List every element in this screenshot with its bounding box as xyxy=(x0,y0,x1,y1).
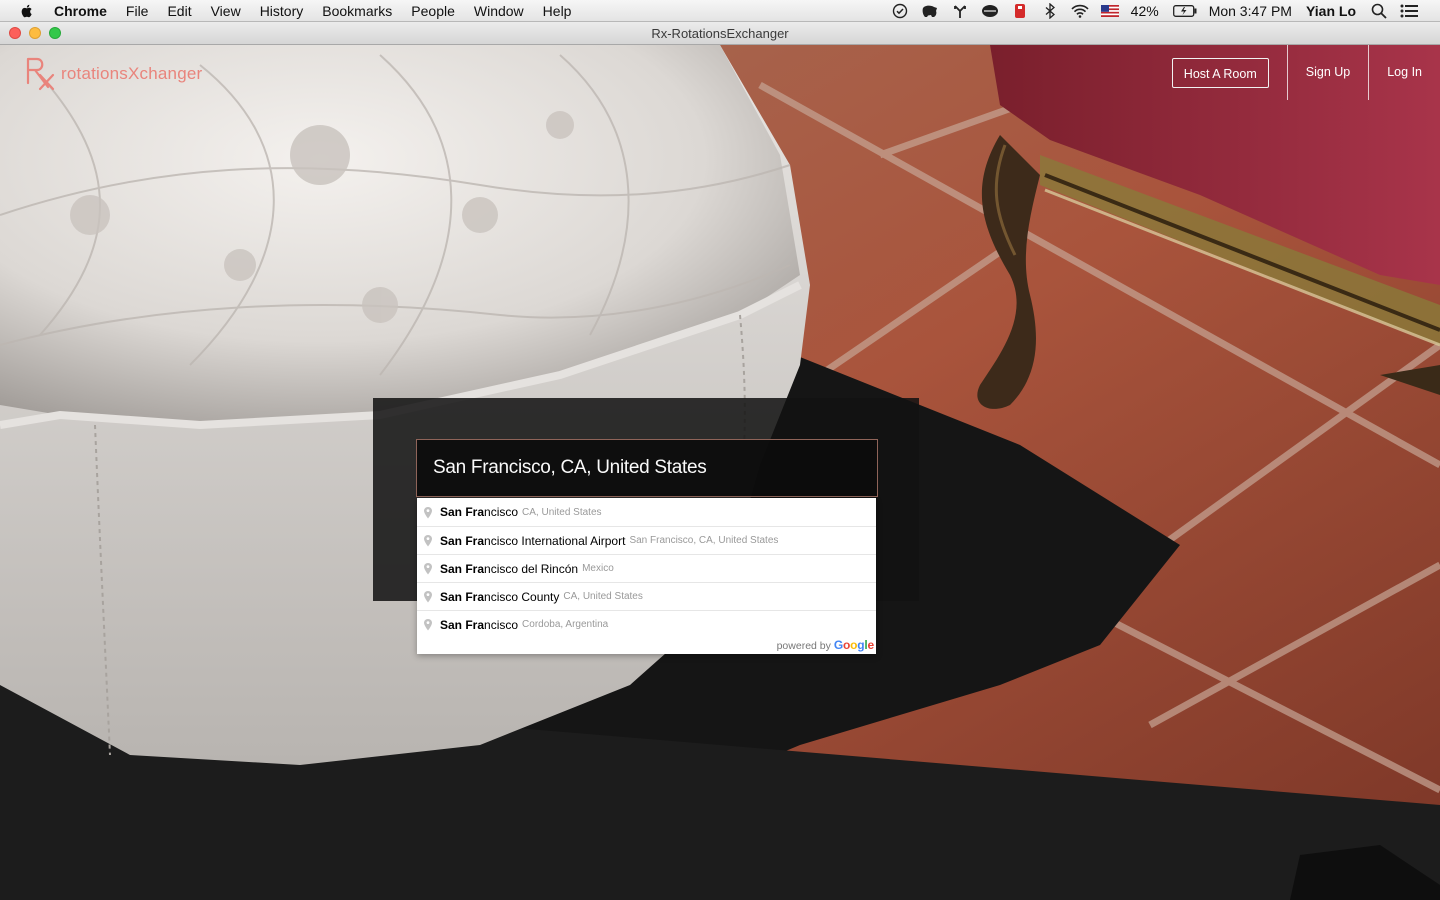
powered-by-google: powered by Google xyxy=(417,638,876,654)
autocomplete-item-main: San Francisco xyxy=(440,617,519,632)
powered-by-label: powered by xyxy=(776,640,831,652)
top-nav: Host A Room Sign Up Log In xyxy=(1171,45,1440,100)
clock[interactable]: Mon 3:47 PM xyxy=(1209,3,1292,19)
menu-people[interactable]: People xyxy=(411,0,455,22)
menu-bookmarks[interactable]: Bookmarks xyxy=(322,0,392,22)
spotlight-search-icon[interactable] xyxy=(1370,3,1388,19)
autocomplete-item-main: San Francisco xyxy=(440,505,519,519)
battery-charging-icon[interactable] xyxy=(1172,3,1197,19)
page-viewport: rotationsXchanger Host A Room Sign Up Lo… xyxy=(0,45,1440,900)
menu-chrome[interactable]: Chrome xyxy=(54,0,107,22)
evernote-elephant-icon[interactable] xyxy=(921,3,939,19)
autocomplete-item-secondary: CA, United States xyxy=(563,591,643,602)
host-a-room-button[interactable]: Host A Room xyxy=(1171,57,1269,88)
menu-edit[interactable]: Edit xyxy=(167,0,191,22)
cloud-app-icon[interactable] xyxy=(981,3,999,19)
map-pin-icon xyxy=(424,619,432,631)
battery-percent: 42% xyxy=(1130,3,1159,19)
autocomplete-item[interactable]: San Francisco del Rincón Mexico xyxy=(417,554,876,582)
autocomplete-item[interactable]: San Francisco Cordoba, Argentina xyxy=(417,610,876,638)
wifi-icon[interactable] xyxy=(1071,3,1089,19)
apple-logo-icon[interactable] xyxy=(19,3,35,19)
us-flag-icon[interactable] xyxy=(1100,3,1119,19)
autocomplete-item-main: San Francisco del Rincón xyxy=(440,561,579,576)
menu-file[interactable]: File xyxy=(126,0,149,22)
location-search-input[interactable] xyxy=(416,439,878,497)
user-name[interactable]: Yian Lo xyxy=(1306,3,1356,19)
menu-window[interactable]: Window xyxy=(474,0,524,22)
sign-up-link[interactable]: Sign Up xyxy=(1288,45,1368,100)
autocomplete-item[interactable]: San Francisco County CA, United States xyxy=(417,582,876,610)
bluetooth-icon[interactable] xyxy=(1041,3,1059,19)
autocomplete-item-secondary: Cordoba, Argentina xyxy=(522,619,609,630)
window-title: Rx-RotationsExchanger xyxy=(651,26,789,41)
autocomplete-item[interactable]: San Francisco CA, United States xyxy=(417,498,876,526)
menu-bar: Chrome File Edit View History Bookmarks … xyxy=(0,0,1440,22)
task-check-icon[interactable] xyxy=(891,3,909,19)
autocomplete-item[interactable]: San Francisco International Airport San … xyxy=(417,526,876,554)
red-app-icon[interactable] xyxy=(1011,3,1029,19)
branch-icon[interactable] xyxy=(951,3,969,19)
log-in-link[interactable]: Log In xyxy=(1369,45,1440,100)
autocomplete-dropdown: San Francisco CA, United States San Fran… xyxy=(417,498,876,654)
window-title-bar: Rx-RotationsExchanger xyxy=(0,22,1440,45)
google-logo: Google xyxy=(833,638,874,652)
menu-view[interactable]: View xyxy=(211,0,241,22)
rx-logo-icon xyxy=(26,57,55,91)
menu-bar-tray: 42% Mon 3:47 PM Yian Lo xyxy=(891,0,1440,22)
brand-name: rotationsXchanger xyxy=(61,64,203,83)
map-pin-icon xyxy=(424,506,432,518)
autocomplete-item-main: San Francisco International Airport xyxy=(440,533,626,548)
autocomplete-item-secondary: San Francisco, CA, United States xyxy=(629,535,779,546)
autocomplete-item-secondary: Mexico xyxy=(582,563,614,574)
map-pin-icon xyxy=(424,535,432,547)
menu-history[interactable]: History xyxy=(260,0,304,22)
site-logo[interactable]: rotationsXchanger xyxy=(24,55,202,91)
menu-help[interactable]: Help xyxy=(543,0,572,22)
notification-center-icon[interactable] xyxy=(1400,3,1418,19)
autocomplete-item-secondary: CA, United States xyxy=(522,506,602,518)
autocomplete-item-main: San Francisco County xyxy=(440,589,560,604)
map-pin-icon xyxy=(424,591,432,603)
map-pin-icon xyxy=(424,563,432,575)
